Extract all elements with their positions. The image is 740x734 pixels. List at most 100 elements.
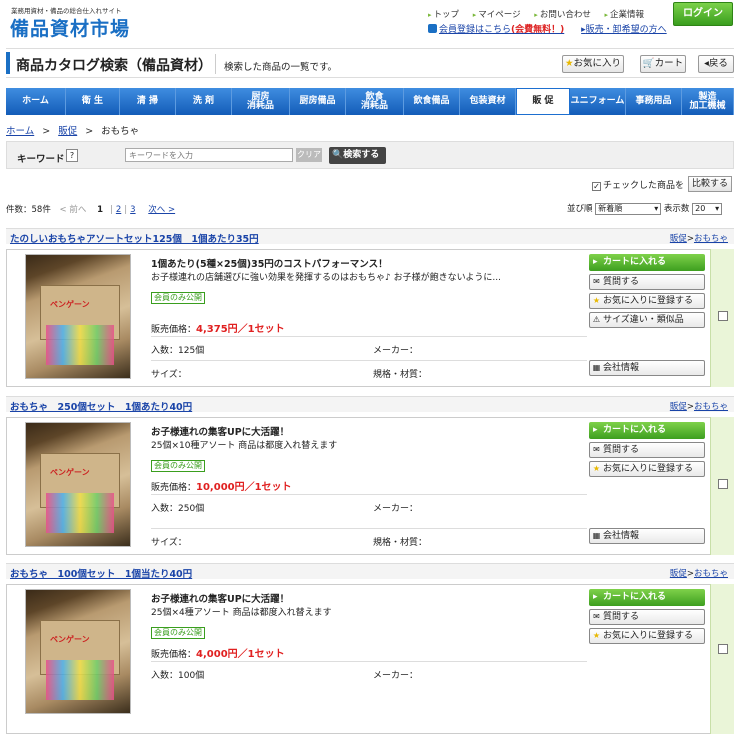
breadcrumb-category[interactable]: 販促: [58, 126, 77, 137]
product-row-size: サイズ： 規格・材質：: [151, 360, 587, 384]
company-info-button[interactable]: ▦ 会社情報: [589, 360, 705, 376]
building-icon: ▦: [592, 531, 601, 540]
nav-item[interactable]: 販 促: [516, 88, 570, 115]
add-favorite-button[interactable]: ★ お気に入りに登録する: [589, 293, 705, 309]
help-icon[interactable]: ?: [66, 149, 78, 162]
per-page-label: 表示数: [663, 204, 690, 214]
cart-icon: 🛒: [642, 58, 655, 69]
product-row-size: サイズ： 規格・材質：: [151, 528, 587, 552]
maker-label: メーカー：: [373, 504, 419, 514]
product-compare-checkbox[interactable]: [718, 644, 728, 654]
cart-button[interactable]: 🛒カート: [640, 55, 686, 73]
product-image[interactable]: ペンゲーン: [25, 589, 131, 714]
product-body: ペンゲーン お子様連れの集客UPに大活躍！ 25個×4種アソート 商品は都度入れ…: [6, 584, 734, 734]
per-page-value: 20: [695, 203, 706, 213]
product-description: お子様連れの店舗選びに強い効果を発揮するのはおもちゃ♪ お子様が飽きないように.…: [151, 273, 502, 283]
add-favorite-button[interactable]: ★ お気に入りに登録する: [589, 628, 705, 644]
keyword-input[interactable]: [125, 148, 293, 162]
category-separator: >: [686, 569, 694, 579]
compare-label: チェックした商品を: [603, 181, 685, 191]
nav-item[interactable]: 衛 生: [66, 88, 120, 115]
nav-item[interactable]: 厨房備品: [290, 88, 346, 115]
nav-item[interactable]: 清 掃: [120, 88, 176, 115]
image-box-label: ペンゲーン: [50, 635, 90, 644]
question-label: 質問する: [603, 445, 640, 455]
add-favorite-label: お気に入りに登録する: [603, 464, 694, 474]
product-image[interactable]: ペンゲーン: [25, 422, 131, 547]
breadcrumb-current: おもちゃ: [101, 126, 140, 137]
product-row-qty: 入数：125個 メーカー：: [151, 336, 587, 360]
next-page-link[interactable]: 次へ >: [148, 205, 175, 215]
size-label: サイズ：: [151, 370, 187, 380]
company-info-label: 会社情報: [603, 363, 640, 373]
nav-item[interactable]: 包装資材: [460, 88, 516, 115]
prev-page-link[interactable]: < 前へ: [60, 205, 87, 215]
compare-button[interactable]: 比較する: [688, 176, 732, 192]
page-description: 検索した商品の一覧です。: [224, 62, 338, 73]
star-icon: ★: [592, 464, 601, 473]
category-child-link[interactable]: おもちゃ: [694, 402, 728, 412]
product-title-link[interactable]: おもちゃ 250個セット 1個あたり40円: [10, 399, 192, 413]
star-icon: ★: [564, 58, 574, 69]
add-to-cart-button[interactable]: カートに入れる: [589, 422, 705, 439]
favorites-label: お気に入り: [573, 58, 622, 69]
product-title-link[interactable]: おもちゃ 100個セット 1個当たり40円: [10, 566, 192, 580]
price-value: 4,000円／1セット: [196, 649, 285, 660]
agent-link[interactable]: ▸販売・卸希望の方へ: [581, 25, 667, 35]
nav-item[interactable]: 厨房 消耗品: [232, 88, 290, 115]
mail-icon: ✉: [593, 277, 600, 286]
product-title-link[interactable]: たのしいおもちゃアソートセット125個 1個あたり35円: [10, 231, 259, 245]
question-button[interactable]: ✉ 質問する: [589, 442, 705, 458]
add-favorite-label: お気に入りに登録する: [603, 631, 694, 641]
question-button[interactable]: ✉ 質問する: [589, 274, 705, 290]
product-body: ペンゲーン 1個あたり(5種×25個)35円のコストパフォーマンス！ お子様連れ…: [6, 249, 734, 387]
category-parent-link[interactable]: 販促: [670, 569, 687, 579]
product-compare-checkbox[interactable]: [718, 311, 728, 321]
add-favorite-button[interactable]: ★ お気に入りに登録する: [589, 461, 705, 477]
product-body: ペンゲーン お子様連れの集客UPに大活躍！ 25個×10種アソート 商品は都度入…: [6, 417, 734, 555]
nav-item[interactable]: ホーム: [6, 88, 66, 115]
top-link-top[interactable]: トップ: [428, 10, 459, 20]
qty-cell: 入数：250個: [151, 501, 204, 514]
nav-item[interactable]: 事務用品: [626, 88, 682, 115]
search-button[interactable]: 🔍検索する: [329, 147, 386, 164]
product-compare-checkbox[interactable]: [718, 479, 728, 489]
add-to-cart-button[interactable]: カートに入れる: [589, 254, 705, 271]
nav-item[interactable]: 飲食 消耗品: [346, 88, 404, 115]
product-image[interactable]: ペンゲーン: [25, 254, 131, 379]
category-child-link[interactable]: おもちゃ: [694, 234, 728, 244]
login-button[interactable]: ログイン: [673, 2, 733, 26]
qty-value: 250個: [178, 504, 205, 514]
compare-checkbox[interactable]: ✓: [592, 182, 601, 191]
similar-items-button[interactable]: ⚠ サイズ違い・類似品: [589, 312, 705, 328]
nav-item[interactable]: 製造 加工機械: [682, 88, 734, 115]
add-to-cart-button[interactable]: カートに入れる: [589, 589, 705, 606]
top-link-company[interactable]: 企業情報: [605, 10, 645, 20]
product-price: 販売価格：4,000円／1セット: [151, 645, 285, 660]
register-link[interactable]: 会員登録はこちら(会費無料！): [439, 25, 564, 35]
per-page-select[interactable]: 20 ▾: [692, 202, 723, 215]
company-info-button[interactable]: ▦ 会社情報: [589, 528, 705, 544]
back-button[interactable]: ◂戻る: [698, 55, 734, 73]
breadcrumb-home[interactable]: ホーム: [6, 126, 34, 137]
nav-item-label: 厨房備品: [299, 96, 336, 106]
category-parent-link[interactable]: 販促: [670, 234, 687, 244]
top-link-mypage[interactable]: マイページ: [473, 10, 521, 20]
nav-item[interactable]: 飲食備品: [404, 88, 460, 115]
favorites-button[interactable]: ★お気に入り: [562, 55, 624, 73]
question-button[interactable]: ✉ 質問する: [589, 609, 705, 625]
breadcrumb-separator: >: [85, 126, 94, 137]
nav-item-label: 清 掃: [136, 96, 159, 106]
sort-select[interactable]: 新着順 ▾: [595, 202, 662, 215]
top-link-contact[interactable]: お問い合わせ: [534, 10, 591, 20]
nav-item-label: 包装資材: [469, 96, 506, 106]
nav-item[interactable]: ユニフォーム: [570, 88, 626, 115]
site-logo[interactable]: 備品資材市場: [10, 14, 130, 41]
image-box-label: ペンゲーン: [50, 468, 90, 477]
clear-button[interactable]: クリア: [296, 148, 322, 162]
page-3[interactable]: 3: [130, 205, 135, 215]
nav-item[interactable]: 洗 剤: [176, 88, 232, 115]
category-parent-link[interactable]: 販促: [670, 402, 687, 412]
category-child-link[interactable]: おもちゃ: [694, 569, 728, 579]
page-2[interactable]: 2: [116, 205, 121, 215]
